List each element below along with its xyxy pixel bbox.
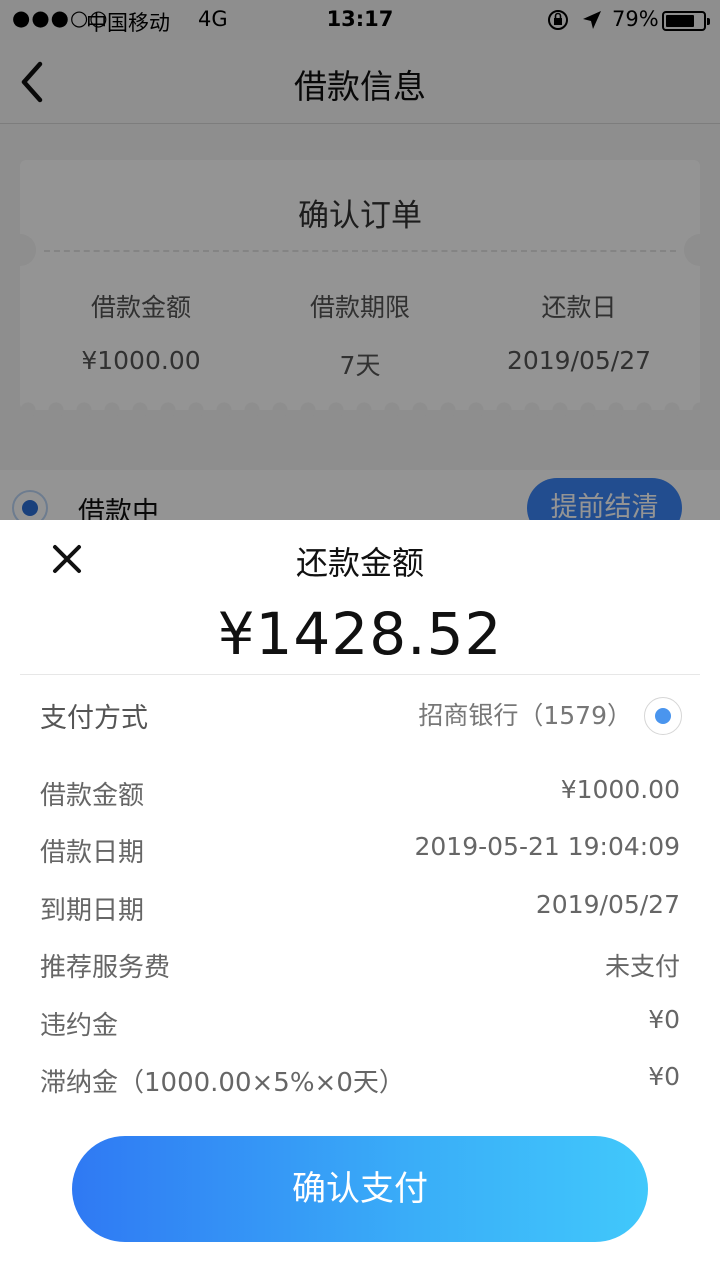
detail-label: 借款金额: [40, 781, 145, 811]
detail-row: 滞纳金（1000.00×5%×0天） ¥0: [0, 1058, 720, 1102]
divider: [20, 674, 700, 675]
payment-method-row[interactable]: 支付方式 招商银行（1579）: [0, 676, 720, 756]
detail-row: 借款日期 2019-05-21 19:04:09: [0, 828, 720, 872]
detail-value: ¥1000.00: [560, 775, 680, 804]
detail-label: 滞纳金（1000.00×5%×0天）: [40, 1068, 405, 1098]
detail-row: 违约金 ¥0: [0, 1001, 720, 1045]
detail-label: 违约金: [40, 1011, 119, 1041]
repayment-sheet: 还款金额 ¥1428.52 支付方式 招商银行（1579） 借款金额 ¥1000…: [0, 520, 720, 1280]
detail-row: 推荐服务费 未支付: [0, 943, 720, 987]
repayment-amount: ¥1428.52: [217, 600, 503, 668]
sheet-title: 还款金额: [295, 544, 424, 582]
detail-row: 借款金额 ¥1000.00: [0, 771, 720, 815]
detail-label: 推荐服务费: [40, 953, 171, 983]
payment-radio-icon[interactable]: [644, 697, 682, 735]
payment-method-label: 支付方式: [40, 703, 148, 734]
detail-value: ¥0: [648, 1062, 680, 1091]
detail-row: 到期日期 2019/05/27: [0, 886, 720, 930]
detail-value: 2019/05/27: [535, 890, 680, 919]
detail-label: 借款日期: [40, 838, 145, 868]
payment-bank: 招商银行（1579）: [418, 701, 632, 730]
detail-label: 到期日期: [40, 896, 145, 926]
detail-value: ¥0: [648, 1005, 680, 1034]
confirm-payment-button[interactable]: 确认支付: [72, 1136, 648, 1242]
detail-value: 2019-05-21 19:04:09: [414, 832, 680, 861]
detail-value: 未支付: [604, 952, 680, 981]
